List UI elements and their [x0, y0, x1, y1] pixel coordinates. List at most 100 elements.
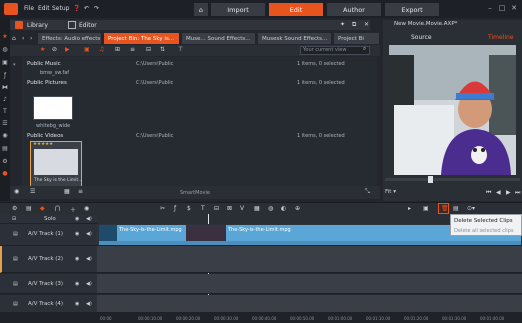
delete-clips-button[interactable]: 🗑: [438, 203, 449, 214]
group-public-music[interactable]: Public Music: [27, 61, 61, 67]
back-icon[interactable]: ‹: [22, 35, 24, 42]
clipboard-icon[interactable]: ▣: [423, 205, 429, 212]
split-icon[interactable]: ⊟: [214, 205, 219, 212]
track-1-eye-icon[interactable]: ◉: [75, 231, 79, 237]
text-tool-icon[interactable]: T: [201, 205, 205, 212]
smartmovie-button[interactable]: SmartMovie: [180, 190, 210, 196]
video-filter-icon[interactable]: ▶: [65, 46, 70, 53]
tab-project-bin-2[interactable]: Project Bi: [334, 33, 380, 44]
project-filter-icon[interactable]: ⊞: [115, 46, 120, 53]
title-icon[interactable]: T: [1, 108, 9, 116]
picture-thumbnail[interactable]: [33, 96, 73, 120]
list-mode-icon[interactable]: ☰: [30, 188, 35, 195]
track-1-label[interactable]: A/V Track (1): [28, 231, 63, 237]
sort-icon[interactable]: ⇅: [160, 46, 165, 53]
globe-icon[interactable]: ◍: [1, 46, 9, 54]
undo-icon[interactable]: ↶: [84, 5, 89, 12]
transition-icon[interactable]: ⧓: [1, 84, 9, 92]
solo-lock-icon[interactable]: ⊟: [12, 216, 16, 222]
home-button[interactable]: ⌂: [194, 3, 208, 16]
skip-back-icon[interactable]: ⏮: [486, 189, 491, 197]
add-icon[interactable]: ＋: [70, 205, 76, 214]
settings-icon[interactable]: ⚙: [12, 205, 17, 212]
video-rating-icon[interactable]: ★★★★★: [33, 142, 53, 147]
track-2-speaker-icon[interactable]: ◀): [86, 256, 92, 262]
list-view-icon[interactable]: ≡: [130, 46, 135, 53]
favorites-icon[interactable]: ★: [1, 33, 9, 41]
close-icon[interactable]: ✕: [510, 4, 518, 12]
track-1-icon[interactable]: ▤: [13, 231, 18, 237]
fav-filter-icon[interactable]: ★: [40, 46, 45, 53]
fit-dropdown[interactable]: Fit ▾: [385, 189, 396, 195]
trim-icon[interactable]: ⊠: [227, 205, 232, 212]
menu-dots-icon[interactable]: ≡: [78, 188, 83, 195]
step-back-icon[interactable]: ◀: [496, 189, 501, 196]
music-icon[interactable]: ♪: [1, 96, 9, 104]
menu-setup[interactable]: Setup: [52, 5, 69, 12]
solo-eye-icon[interactable]: ◉: [75, 216, 79, 222]
track-4-speaker-icon[interactable]: ◀): [86, 301, 92, 307]
menu-edit[interactable]: Edit: [38, 5, 50, 12]
tab-sound-effects-2[interactable]: Musesk Sound Effects...: [258, 33, 332, 44]
preview-scrubber-handle[interactable]: [428, 176, 433, 183]
search-input[interactable]: Your current view: [300, 46, 370, 55]
tab-audio-effects[interactable]: Effects: Audio effects: [38, 33, 102, 44]
fx-tool-icon[interactable]: $: [187, 205, 191, 212]
group-public-pictures[interactable]: Public Pictures: [27, 80, 67, 86]
group-public-videos[interactable]: Public Videos: [27, 133, 63, 139]
track-4-label[interactable]: A/V Track (4): [28, 301, 63, 307]
grid-icon[interactable]: ▦: [254, 205, 260, 212]
tab-author[interactable]: Author: [327, 3, 381, 16]
nav-left-icon[interactable]: ▸: [408, 205, 411, 212]
tab-source[interactable]: Source: [411, 34, 432, 41]
marker-icon[interactable]: ◆: [40, 205, 45, 212]
audio-icon[interactable]: ◉: [84, 205, 89, 212]
tab-sound-effects-1[interactable]: Muse... Sound Effects...: [182, 33, 256, 44]
track-3-eye-icon[interactable]: ◉: [75, 281, 79, 287]
record-icon[interactable]: ●: [1, 170, 9, 178]
filter-icon[interactable]: ⊤: [178, 46, 183, 53]
tab-timeline[interactable]: Timeline: [488, 34, 514, 41]
maximize-icon[interactable]: □: [498, 4, 506, 12]
razor-icon[interactable]: ✂: [160, 205, 165, 212]
stabilize-icon[interactable]: V: [240, 205, 244, 212]
view-icon[interactable]: ◉: [14, 188, 19, 195]
audio-filter-icon[interactable]: ♫: [99, 46, 104, 53]
tag-icon[interactable]: ⊘: [52, 46, 57, 53]
montage-icon[interactable]: ▤: [1, 145, 9, 153]
mix-icon[interactable]: ◐: [281, 205, 286, 212]
help-icon[interactable]: ❓: [73, 5, 80, 12]
track-4-eye-icon[interactable]: ◉: [75, 301, 79, 307]
panel-close-icon[interactable]: ✕: [364, 21, 369, 28]
editor-title[interactable]: Editor: [79, 22, 97, 29]
tab-export[interactable]: Export: [385, 3, 439, 16]
record-voice-icon[interactable]: ⊕: [295, 205, 300, 212]
play-icon[interactable]: ▶: [506, 189, 511, 196]
gear-icon[interactable]: ⚙: [1, 158, 9, 166]
track-2-label[interactable]: A/V Track (2): [28, 256, 63, 262]
speed-icon[interactable]: ƒ: [174, 205, 176, 212]
redo-icon[interactable]: ↷: [94, 5, 99, 12]
track-4-icon[interactable]: ▤: [13, 301, 18, 307]
video-item-label[interactable]: The Sky is the Limit...: [34, 178, 82, 183]
picture-item-label[interactable]: whitebg_wide: [36, 123, 70, 129]
magnet-icon[interactable]: ⋂: [55, 205, 60, 212]
pin-icon[interactable]: ✦: [340, 21, 345, 28]
track-3-speaker-icon[interactable]: ◀): [86, 281, 92, 287]
music-item-label[interactable]: bmw_sw.faf: [40, 70, 69, 76]
forward-icon[interactable]: ›: [30, 35, 32, 42]
fx-icon[interactable]: ƒ: [1, 72, 9, 80]
record-dropdown-icon[interactable]: ⊙▾: [467, 205, 475, 212]
skip-forward-icon[interactable]: ⏭: [515, 189, 520, 197]
folder-icon[interactable]: ▣: [1, 59, 9, 67]
thumb-view-icon[interactable]: ⊟: [146, 46, 151, 53]
film-icon[interactable]: ▤: [453, 205, 459, 212]
grid-mode-icon[interactable]: ▦: [64, 188, 70, 195]
minimize-icon[interactable]: –: [486, 4, 494, 12]
sound-icon[interactable]: ◉: [1, 132, 9, 140]
solo-speaker-icon[interactable]: ◀): [86, 216, 92, 222]
layout-icon[interactable]: ▤: [26, 205, 32, 212]
track-3-label[interactable]: A/V Track (3): [28, 281, 63, 287]
detach-icon[interactable]: ⧉: [352, 21, 356, 29]
home-small-icon[interactable]: ⌂: [12, 35, 16, 42]
